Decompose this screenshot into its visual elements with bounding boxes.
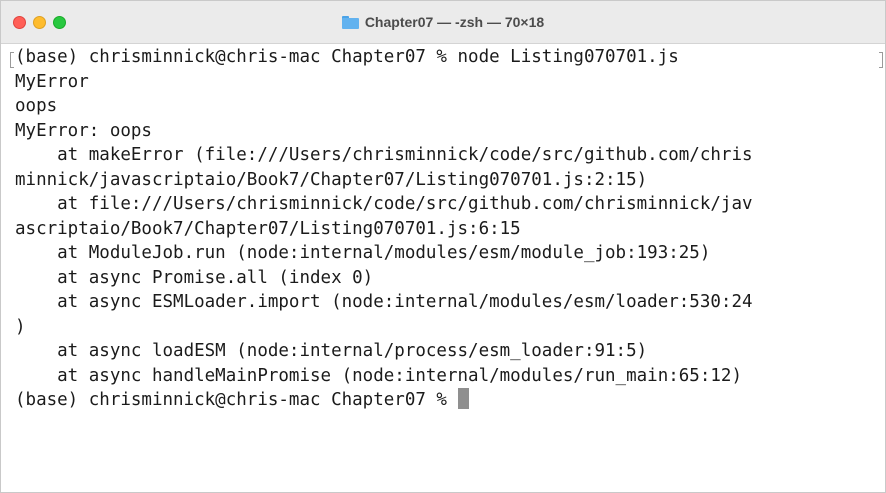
mark-bracket-left [10, 52, 14, 68]
terminal-line: ) [15, 316, 26, 337]
terminal-line: ascriptaio/Book7/Chapter07/Listing070701… [15, 218, 521, 239]
terminal-window: Chapter07 — -zsh — 70×18 (base) chrismin… [0, 0, 886, 493]
terminal-output[interactable]: (base) chrisminnick@chris-mac Chapter07 … [15, 45, 885, 485]
prompt-line[interactable]: (base) chrisminnick@chris-mac Chapter07 … [15, 388, 885, 413]
terminal-line: at async Promise.all (index 0) [15, 267, 374, 288]
terminal-line: MyError [15, 71, 89, 92]
terminal-line: at async ESMLoader.import (node:internal… [15, 292, 753, 312]
window-title-group: Chapter07 — -zsh — 70×18 [1, 1, 885, 43]
window-title: Chapter07 — -zsh — 70×18 [364, 14, 545, 30]
folder-icon [341, 15, 359, 29]
prompt-text: (base) chrisminnick@chris-mac Chapter07 … [15, 390, 458, 410]
title-bar[interactable]: Chapter07 — -zsh — 70×18 [1, 1, 885, 44]
terminal-line: at async loadESM (node:internal/process/… [15, 341, 648, 361]
terminal-line: MyError: oops [15, 120, 152, 141]
terminal-line: (base) chrisminnick@chris-mac Chapter07 … [15, 47, 679, 67]
terminal-line: at ModuleJob.run (node:internal/modules/… [15, 243, 711, 263]
terminal-line: at file:///Users/chrisminnick/code/src/g… [15, 194, 753, 214]
terminal-line: at async handleMainPromise (node:interna… [15, 365, 742, 386]
terminal-line: at makeError (file:///Users/chrisminnick… [15, 145, 753, 165]
terminal-line: oops [15, 96, 58, 116]
terminal-line: minnick/javascriptaio/Book7/Chapter07/Li… [15, 169, 648, 190]
text-cursor [457, 388, 469, 409]
